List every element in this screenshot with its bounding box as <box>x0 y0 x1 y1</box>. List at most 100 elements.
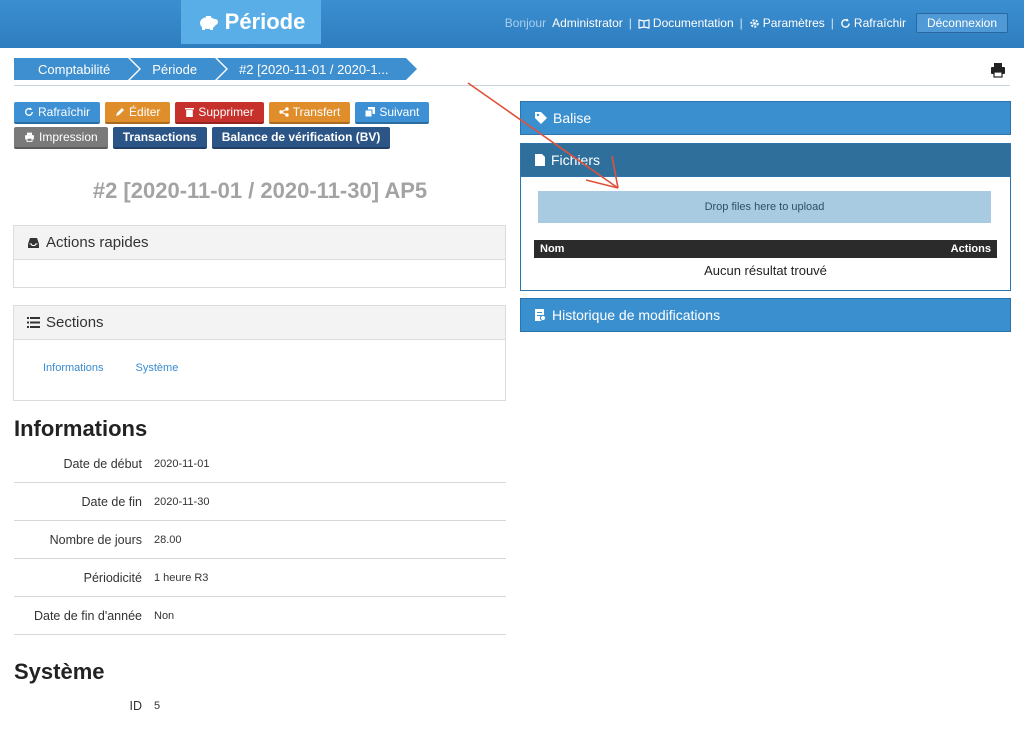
user-name[interactable]: Administrator <box>552 16 623 30</box>
info-value: 2020-11-30 <box>154 495 210 508</box>
systeme-heading: Système <box>14 659 105 684</box>
list-icon <box>27 317 40 328</box>
quick-actions-header: Actions rapides <box>14 226 505 260</box>
sections-panel: Sections Informations Système <box>13 305 506 401</box>
delete-button[interactable]: Supprimer <box>175 102 264 124</box>
system-label: ID <box>129 699 143 713</box>
nav-separator: | <box>739 16 743 30</box>
breadcrumb-item-period[interactable]: Période <box>130 58 226 80</box>
section-link-systeme[interactable]: Système <box>136 362 179 400</box>
history-panel-title: Historique de modifications <box>552 307 721 323</box>
section-link-informations[interactable]: Informations <box>43 362 104 400</box>
greeting-text: Bonjour <box>504 16 547 30</box>
breadcrumb-item-accounting[interactable]: Comptabilité <box>14 58 140 80</box>
files-table-header: Nom Actions <box>534 240 997 258</box>
info-row-end-date: Date de fin 2020-11-30 <box>14 483 506 521</box>
breadcrumb-item-current[interactable]: #2 [2020-11-01 / 2020-1... <box>217 58 418 80</box>
sections-header: Sections <box>14 306 505 340</box>
refresh-icon <box>840 17 851 29</box>
info-label: Nombre de jours <box>49 532 142 547</box>
tag-icon <box>535 112 547 124</box>
info-row-periodicity: Périodicité 1 heure R3 <box>14 559 506 597</box>
action-toolbar-row-1: Rafraîchir Éditer Supprimer Transfert Su… <box>14 102 430 124</box>
sections-title: Sections <box>46 314 104 331</box>
app-brand[interactable]: Période <box>181 0 321 44</box>
refresh-button-label: Rafraîchir <box>38 105 91 119</box>
refresh-link[interactable]: Rafraîchir <box>840 16 906 30</box>
info-row-start-date: Date de début 2020-11-01 <box>14 445 506 483</box>
quick-actions-panel: Actions rapides <box>13 225 506 288</box>
column-header-name[interactable]: Nom <box>540 243 564 255</box>
info-row-day-count: Nombre de jours 28.00 <box>14 521 506 559</box>
next-button-label: Suivant <box>379 105 420 119</box>
next-button[interactable]: Suivant <box>355 102 430 124</box>
documentation-label: Documentation <box>652 16 734 30</box>
empty-state-message: Aucun résultat trouvé <box>704 263 827 278</box>
printer-icon <box>24 132 35 142</box>
top-navigation: Bonjour Administrator | Documentation | … <box>505 12 1008 34</box>
gear-icon <box>749 18 760 29</box>
files-panel: Fichiers Drop files here to upload Nom A… <box>520 143 1011 291</box>
sections-body: Informations Système <box>14 340 505 400</box>
trial-balance-button[interactable]: Balance de vérification (BV) <box>211 127 391 149</box>
info-label: Date de début <box>63 456 142 471</box>
transfer-button-label: Transfert <box>292 105 341 119</box>
quick-actions-body <box>14 260 505 287</box>
history-panel: Historique de modifications <box>520 298 1011 332</box>
tag-panel-header[interactable]: Balise <box>520 101 1011 135</box>
info-row-year-end: Date de fin d'année Non <box>14 597 506 635</box>
info-label: Périodicité <box>83 570 142 585</box>
documentation-link[interactable]: Documentation <box>638 16 734 30</box>
tag-panel-title: Balise <box>553 110 592 126</box>
system-row-id: ID 5 <box>14 687 506 725</box>
refresh-button[interactable]: Rafraîchir <box>14 102 101 124</box>
pencil-icon <box>115 107 125 117</box>
brand-title: Période <box>224 9 306 34</box>
files-panel-body: Drop files here to upload Nom Actions Au… <box>520 177 1011 291</box>
edit-button[interactable]: Éditer <box>105 102 171 124</box>
history-icon <box>535 309 546 321</box>
info-value: 1 heure R3 <box>154 571 209 584</box>
settings-link[interactable]: Paramètres <box>749 16 825 30</box>
file-icon <box>535 154 545 166</box>
column-header-actions: Actions <box>950 243 991 255</box>
nav-separator: | <box>628 16 632 30</box>
delete-button-label: Supprimer <box>198 105 254 119</box>
info-label: Date de fin <box>81 494 142 509</box>
file-dropzone[interactable]: Drop files here to upload <box>538 191 991 223</box>
nav-separator: | <box>830 16 834 30</box>
logout-button[interactable]: Déconnexion <box>915 13 1008 33</box>
info-label: Date de fin d'année <box>33 608 142 623</box>
print-button[interactable]: Impression <box>14 127 108 149</box>
top-bar: Période Bonjour Administrator | Document… <box>0 0 1024 48</box>
info-value: Non <box>154 609 175 622</box>
info-value: 2020-11-01 <box>154 457 210 470</box>
header-divider <box>14 85 1010 86</box>
files-panel-title: Fichiers <box>551 152 601 168</box>
page-title: #2 [2020-11-01 / 2020-11-30] AP5 <box>92 178 428 203</box>
book-icon <box>638 18 650 29</box>
settings-label: Paramètres <box>762 16 825 30</box>
transfer-button[interactable]: Transfert <box>268 102 351 124</box>
trash-icon <box>185 107 195 117</box>
piggy-bank-icon <box>197 14 219 30</box>
tag-panel: Balise <box>520 101 1011 135</box>
files-table: Nom Actions Aucun résultat trouvé <box>534 240 997 278</box>
breadcrumb: Comptabilité Période #2 [2020-11-01 / 20… <box>14 58 418 80</box>
informations-heading: Informations <box>14 416 148 441</box>
print-button-label: Impression <box>39 130 98 144</box>
refresh-icon <box>24 107 34 117</box>
printer-icon[interactable] <box>990 62 1006 78</box>
files-panel-header[interactable]: Fichiers <box>520 143 1011 177</box>
edit-button-label: Éditer <box>129 105 161 119</box>
refresh-label: Rafraîchir <box>853 16 906 30</box>
info-value: 28.00 <box>154 533 182 546</box>
transactions-button[interactable]: Transactions <box>112 127 207 149</box>
share-icon <box>279 107 289 117</box>
inbox-icon <box>27 237 40 249</box>
system-value: 5 <box>154 700 161 712</box>
quick-actions-title: Actions rapides <box>46 234 149 251</box>
history-panel-header[interactable]: Historique de modifications <box>520 298 1011 332</box>
copy-icon <box>365 107 376 117</box>
action-toolbar-row-2: Impression Transactions Balance de vérif… <box>14 127 391 149</box>
